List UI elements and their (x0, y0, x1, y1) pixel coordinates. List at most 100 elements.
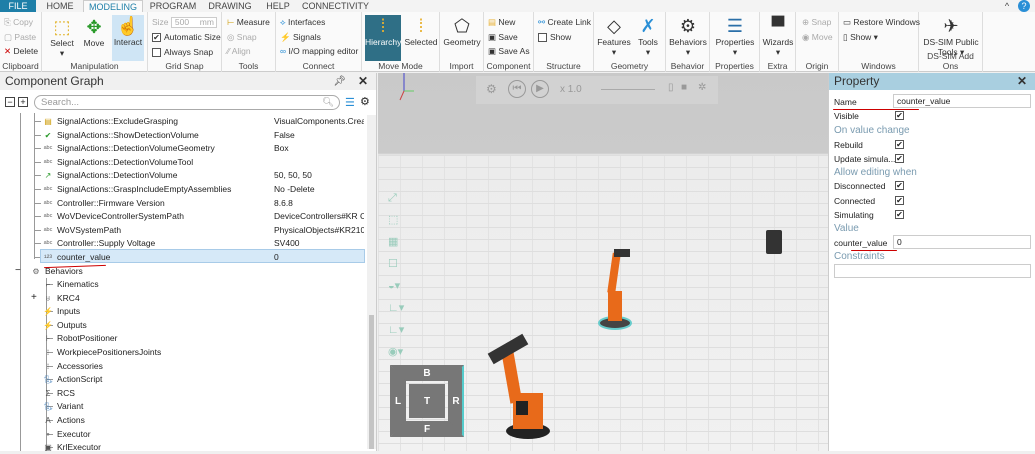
close-icon[interactable]: ✕ (1017, 73, 1027, 90)
search-input[interactable]: Search... 🔍︎ (34, 95, 340, 110)
tab-home[interactable]: HOME (40, 0, 80, 12)
filter-icon[interactable]: ☰ (345, 96, 355, 109)
measure-button[interactable]: ⊢ Measure (227, 17, 270, 28)
interfaces-button[interactable]: ⟡ Interfaces (280, 17, 325, 28)
property-row[interactable]: ᵃᵇᶜ WoVDeviceControllerSystemPath DeviceCo… (42, 210, 364, 223)
material-icon[interactable]: ◉▾ (388, 341, 404, 363)
collapse-ribbon-icon[interactable]: ^ (1000, 0, 1014, 12)
property-row[interactable]: ᵃᵇᶜ SignalActions::DetectionVolumeGeometr… (42, 142, 362, 155)
io-mapping-button[interactable]: ∞ I/O mapping editor (280, 46, 358, 56)
robot-small[interactable] (590, 243, 640, 333)
save-as-button[interactable]: ▣ Save As (488, 46, 530, 57)
disconnected-checkbox[interactable]: ✔ (895, 180, 907, 191)
tree-node[interactable]: ♅ KRC4 (42, 292, 80, 305)
select-button[interactable]: ⬚ Select ▾ (48, 16, 76, 59)
tab-file[interactable]: FILE (0, 0, 36, 12)
name-input[interactable]: counter_value (893, 94, 1031, 108)
interact-button[interactable]: ☝ Interact (112, 15, 144, 61)
new-button[interactable]: ▤ New (488, 17, 515, 28)
geometry-import-button[interactable]: ⬠ Geometry (442, 15, 482, 47)
scrollbar[interactable] (367, 115, 376, 449)
component-box[interactable] (766, 230, 782, 254)
tree-node[interactable]: ⊦ RobotPositioner (42, 332, 118, 345)
3d-viewport[interactable]: ⚙ ⏮ ▶ x 1.0 ▯ ■ ✲ ⤢ ⬚ ▦ ☐ ◒▾ ∟▾ ∟▾ ◉▾ B L T R F (378, 73, 828, 451)
help-icon[interactable]: ? (1018, 0, 1030, 12)
property-row[interactable]: ¹²³ counter_value 0 (42, 251, 362, 264)
align-button[interactable]: ⁄⁄ Align (227, 46, 251, 56)
properties-button[interactable]: ☰ Properties ▾ (712, 15, 758, 58)
navigation-cube[interactable]: B L T R F (390, 365, 464, 437)
vr-icon[interactable]: ✲ (698, 82, 706, 93)
navcube-top[interactable]: T (409, 384, 445, 418)
robot-large[interactable] (478, 323, 558, 443)
connected-checkbox[interactable]: ✔ (895, 195, 907, 206)
tab-drawing[interactable]: DRAWING (206, 0, 254, 12)
frame-icon[interactable]: ∟▾ (388, 297, 404, 319)
fit-view-icon[interactable]: ⤢ (388, 187, 404, 209)
property-row[interactable]: ✔ SignalActions::ShowDetectionVolume False (42, 129, 362, 142)
box-icon[interactable]: ☐ (388, 253, 404, 275)
property-row[interactable]: ᵃᵇᶜ SignalActions::GraspIncludeEmptyAssem… (42, 183, 362, 196)
save-button[interactable]: ▣ Save (488, 32, 518, 43)
video-icon[interactable]: ■ (681, 82, 687, 93)
value-input[interactable]: 0 (893, 235, 1031, 249)
property-row[interactable]: ▤ SignalActions::ExcludeGrasping VisualCom… (42, 115, 364, 128)
snap-button[interactable]: ◎ Snap (227, 32, 257, 43)
property-row[interactable]: ↗ SignalActions::DetectionVolume 50, 50, 5… (42, 169, 362, 182)
tree-node[interactable]: Σ RCS (42, 387, 75, 400)
property-row[interactable]: ᵃᵇᶜ Controller::Firmware Version 8.6.8 (42, 197, 362, 210)
tab-help[interactable]: HELP (262, 0, 294, 12)
settings-icon[interactable]: ⚙ (360, 95, 370, 108)
tab-program[interactable]: PROGRAM (148, 0, 198, 12)
update-simulation-checkbox[interactable]: ✔ (895, 153, 907, 164)
property-row[interactable]: ᵃᵇᶜ SignalActions::DetectionVolumeTool (42, 156, 362, 169)
speed-slider[interactable] (601, 89, 655, 90)
tab-modeling[interactable]: MODELING (83, 0, 143, 12)
tree-node[interactable]: ⁝ Accessories (42, 360, 103, 373)
tree-node[interactable]: A Actions (42, 414, 85, 427)
tree-node[interactable]: ⌐ Kinematics (42, 278, 99, 291)
fit-selection-icon[interactable]: ⬚ (388, 209, 404, 231)
size-input[interactable]: 500 mm (170, 17, 217, 28)
render-mode-icon[interactable]: ◒▾ (388, 275, 404, 297)
rebuild-checkbox[interactable]: ✔ (895, 139, 907, 150)
show-structure-checkbox[interactable]: Show (538, 32, 571, 43)
show-windows-button[interactable]: ▯ Show ▾ (843, 32, 878, 43)
tree-node[interactable]: ⚡ Inputs (42, 305, 80, 318)
property-row[interactable]: ᵃᵇᶜ WoVSystemPath PhysicalObjects#KR210R (42, 224, 364, 237)
tree-node[interactable]: ⚡ Outputs (42, 319, 87, 332)
create-link-button[interactable]: ⚯ Create Link (538, 17, 591, 28)
tree-node[interactable]: ▣ KrlExecutor (42, 441, 101, 454)
signals-button[interactable]: ⚡ Signals (280, 32, 321, 43)
tree-node[interactable]: 🐍︎ ActionScript (42, 373, 102, 386)
pin-icon[interactable]: 📌︎ (333, 73, 346, 90)
collapse-all-button[interactable]: − (5, 97, 15, 107)
property-row[interactable]: ᵃᵇᶜ Controller::Supply Voltage SV400 (42, 237, 362, 250)
hierarchy-button[interactable]: ⁞ Hierarchy (365, 15, 401, 61)
always-snap-checkbox[interactable]: Always Snap (152, 47, 213, 58)
tab-connectivity[interactable]: CONNECTIVITY (302, 0, 369, 12)
move-button[interactable]: ✥ Move (80, 16, 108, 48)
visible-checkbox[interactable]: ✔ (895, 110, 907, 121)
tree-node[interactable]: ∘ Executor (42, 428, 90, 441)
delete-button[interactable]: ✕ Delete (4, 46, 38, 57)
selected-button[interactable]: ⁞ Selected (404, 15, 438, 47)
close-icon[interactable]: ✕ (358, 73, 368, 90)
features-button[interactable]: ◇ Features ▾ (596, 15, 632, 58)
constraints-field[interactable] (834, 264, 1031, 278)
reset-button[interactable]: ⏮ (508, 80, 526, 98)
tree-node-behaviors[interactable]: ⚙ Behaviors (30, 265, 82, 278)
copy-button[interactable]: ⎘ Copy (4, 17, 33, 28)
play-button[interactable]: ▶ (531, 80, 549, 98)
snap-axis-icon[interactable]: ∟▾ (388, 319, 404, 341)
expand-all-button[interactable]: + (18, 97, 28, 107)
origin-snap-button[interactable]: ⊕ Snap (802, 17, 831, 28)
geometry-tools-button[interactable]: ✗ Tools ▾ (632, 15, 664, 58)
krc4-expand-toggle[interactable]: + (31, 292, 37, 303)
sim-settings-gear-icon[interactable]: ⚙ (486, 82, 497, 96)
wizards-button[interactable]: ▀ Wizards ▾ (761, 15, 795, 58)
pdf-icon[interactable]: ▯ (668, 82, 674, 93)
behaviors-collapse-toggle[interactable]: − (15, 265, 21, 276)
tree-node[interactable]: 🐍︎ Variant (42, 400, 83, 413)
simulating-checkbox[interactable]: ✔ (895, 209, 907, 220)
